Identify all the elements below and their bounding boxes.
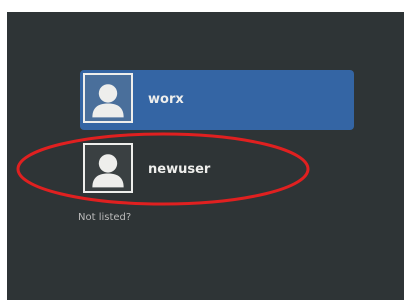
user-row-worx[interactable]: worx	[80, 70, 354, 130]
user-row-newuser[interactable]: newuser	[80, 140, 354, 200]
user-avatar-icon	[83, 73, 133, 123]
username-label: worx	[148, 92, 184, 107]
not-listed-link[interactable]: Not listed?	[78, 212, 131, 223]
user-avatar-icon	[83, 143, 133, 193]
username-label: newuser	[148, 162, 211, 177]
login-screen: worx newuser Not listed?	[7, 12, 404, 300]
